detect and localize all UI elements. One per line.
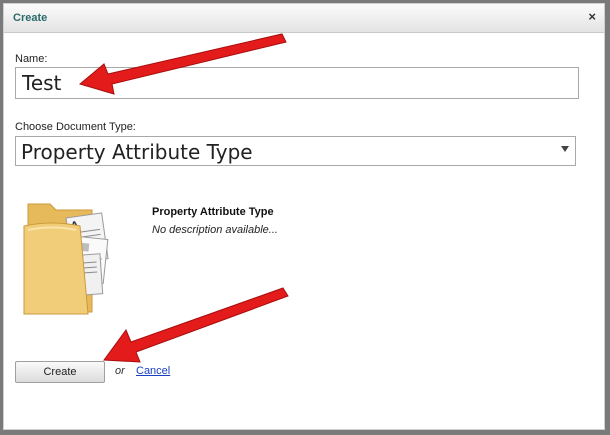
folder-document-icon: A bbox=[22, 196, 114, 321]
dialog-titlebar: Create × bbox=[4, 4, 604, 33]
create-dialog: Create × Name: Choose Document Type: Pro… bbox=[3, 3, 605, 430]
close-button[interactable]: × bbox=[588, 9, 596, 25]
name-label: Name: bbox=[15, 53, 48, 65]
document-type-title: Property Attribute Type bbox=[152, 206, 274, 218]
document-type-description: No description available... bbox=[152, 224, 278, 236]
create-button[interactable]: Create bbox=[15, 361, 105, 383]
name-input[interactable] bbox=[15, 67, 579, 99]
document-type-select[interactable]: Property Attribute Type bbox=[15, 136, 576, 166]
document-type-label: Choose Document Type: bbox=[15, 121, 136, 133]
chevron-down-icon[interactable] bbox=[561, 146, 569, 152]
document-type-selected: Property Attribute Type bbox=[21, 140, 253, 164]
dialog-title: Create bbox=[13, 12, 48, 24]
or-separator: or bbox=[115, 365, 125, 377]
cancel-link[interactable]: Cancel bbox=[136, 365, 170, 377]
